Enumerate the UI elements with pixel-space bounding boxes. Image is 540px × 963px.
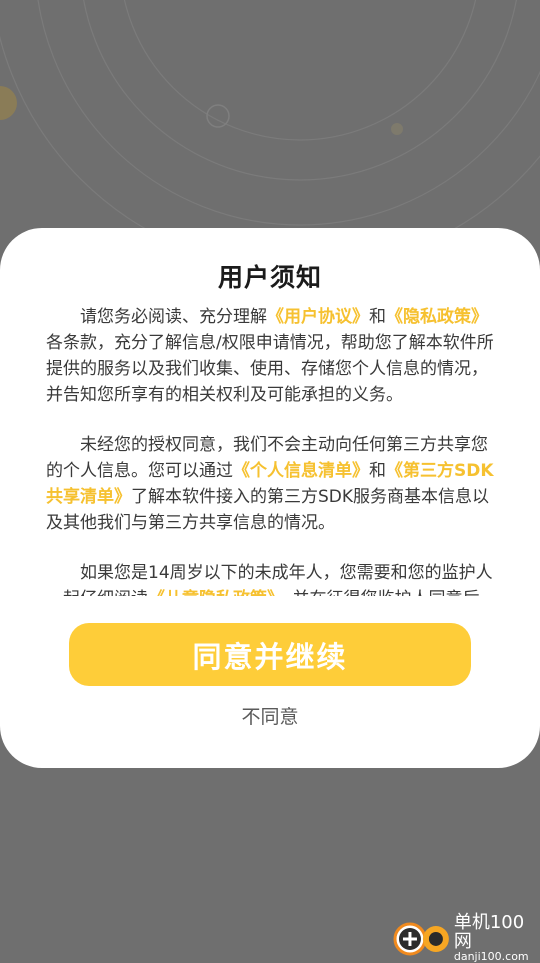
danji100-logo-icon bbox=[393, 922, 449, 956]
notice-text: 各条款，充分了解信息/权限申请情况，帮助您了解本软件所提供的服务以及我们收集、使… bbox=[46, 333, 494, 405]
disagree-button[interactable]: 不同意 bbox=[0, 702, 540, 729]
site-watermark: 单机100网 danji100.com bbox=[392, 913, 540, 963]
policy-link[interactable]: 《儿童隐私政策》 bbox=[148, 589, 276, 596]
notice-text: 请您务必阅读、充分理解 bbox=[80, 307, 267, 327]
notice-paragraph: 请您务必阅读、充分理解《用户协议》和《隐私政策》各条款，充分了解信息/权限申请情… bbox=[46, 304, 496, 408]
watermark-url: danji100.com bbox=[453, 950, 529, 963]
notice-text: 和 bbox=[369, 307, 386, 327]
user-notice-dialog: 用户须知 请您务必阅读、充分理解《用户协议》和《隐私政策》各条款，充分了解信息/… bbox=[0, 228, 540, 768]
notice-content[interactable]: 请您务必阅读、充分理解《用户协议》和《隐私政策》各条款，充分了解信息/权限申请情… bbox=[46, 304, 496, 596]
notice-paragraph: 如果您是14周岁以下的未成年人，您需要和您的监护人一起仔细阅读《儿童隐私政策》，… bbox=[46, 560, 496, 596]
watermark-name: 单机100网 bbox=[453, 912, 525, 952]
notice-text: 和 bbox=[369, 461, 386, 481]
dialog-title: 用户须知 bbox=[217, 263, 322, 292]
policy-link[interactable]: 《隐私政策》 bbox=[386, 307, 488, 327]
agree-continue-button[interactable]: 同意并继续 bbox=[69, 623, 471, 686]
policy-link[interactable]: 《个人信息清单》 bbox=[233, 461, 369, 481]
notice-paragraph: 未经您的授权同意，我们不会主动向任何第三方共享您的个人信息。您可以通过《个人信息… bbox=[46, 432, 496, 536]
policy-link[interactable]: 《用户协议》 bbox=[267, 307, 369, 327]
